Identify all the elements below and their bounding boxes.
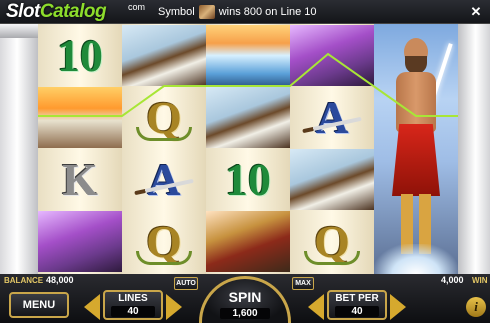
bet-per-value: 40 xyxy=(335,306,379,317)
reel-cell xyxy=(290,25,374,86)
eagle-symbol-icon xyxy=(290,149,374,210)
reel-cell xyxy=(122,25,206,86)
top-bar: SlotCatalog com Symbol wins 800 on Line … xyxy=(0,0,490,24)
reel-cell xyxy=(290,149,374,210)
temple-symbol-icon xyxy=(38,87,122,148)
eagle-symbol-icon xyxy=(122,25,206,86)
laurel-wreath-icon xyxy=(136,251,192,265)
reel-cell: K xyxy=(38,149,122,210)
max-bet-button[interactable]: MAX xyxy=(292,277,314,290)
symbol-k: K xyxy=(62,154,98,205)
archer-symbol-icon xyxy=(38,211,122,272)
balance-label: BALANCE xyxy=(4,276,44,285)
zeus-cloud xyxy=(374,244,458,274)
total-bet-value: 1,600 xyxy=(220,308,270,319)
close-icon[interactable]: ✕ xyxy=(466,2,486,22)
reel-cell xyxy=(38,87,122,148)
reel-2: QAQ xyxy=(122,24,206,274)
win-value: 4,000 xyxy=(441,275,464,285)
zeus-robe xyxy=(392,124,440,196)
warrior-symbol-icon xyxy=(206,211,290,272)
spin-label: SPIN xyxy=(228,289,262,305)
right-column xyxy=(458,24,490,274)
lines-label: LINES xyxy=(118,293,148,304)
menu-button[interactable]: MENU xyxy=(9,292,69,318)
win-message-suffix: wins 800 on Line 10 xyxy=(218,6,317,18)
info-icon[interactable]: i xyxy=(466,297,486,317)
logo-catalog-text: Catalog xyxy=(39,1,107,22)
archer-symbol-icon xyxy=(290,25,374,86)
eagle-symbol-icon xyxy=(198,5,215,19)
waterfall-symbol-icon xyxy=(206,25,290,86)
win-label: WIN xyxy=(472,276,488,285)
bet-per-label: BET PER xyxy=(335,293,379,304)
reel-cell xyxy=(206,87,290,148)
reel-cell xyxy=(38,211,122,272)
reel-cell: 10 xyxy=(38,25,122,86)
reel-cell xyxy=(206,211,290,272)
symbol-10: 10 xyxy=(57,30,103,81)
logo-slot-text: Slot xyxy=(6,1,40,22)
reel-cell: A xyxy=(122,149,206,210)
win-message: Symbol wins 800 on Line 10 xyxy=(158,4,458,20)
zeus-body xyxy=(396,72,436,132)
reel-cell: A xyxy=(290,87,374,148)
reel-3: 10 xyxy=(206,24,290,274)
laurel-wreath-icon xyxy=(136,127,192,141)
laurel-wreath-icon xyxy=(304,251,360,265)
reel-4: AQ xyxy=(290,24,374,274)
balance-value: 48,000 xyxy=(46,275,74,285)
reel-cell: 10 xyxy=(206,149,290,210)
bet-per-panel: BET PER 40 xyxy=(327,290,387,320)
reel-cell xyxy=(206,25,290,86)
win-message-prefix: Symbol xyxy=(158,6,195,18)
reel-5-zeus-wild xyxy=(374,24,458,274)
lines-panel: LINES 40 xyxy=(103,290,163,320)
slotcatalog-logo: SlotCatalog xyxy=(6,1,107,23)
left-column xyxy=(0,24,38,274)
reel-cell: Q xyxy=(122,211,206,272)
lines-value: 40 xyxy=(111,306,155,317)
symbol-10: 10 xyxy=(225,154,271,205)
reel-cell: Q xyxy=(290,211,374,272)
eagle-symbol-icon xyxy=(206,87,290,148)
logo-com-text: com xyxy=(128,2,146,12)
symbol-a: A xyxy=(147,154,181,205)
reel-cell: Q xyxy=(122,87,206,148)
symbol-a: A xyxy=(315,92,349,143)
auto-button[interactable]: AUTO xyxy=(174,277,198,290)
reel-1: 10 K xyxy=(38,24,122,274)
